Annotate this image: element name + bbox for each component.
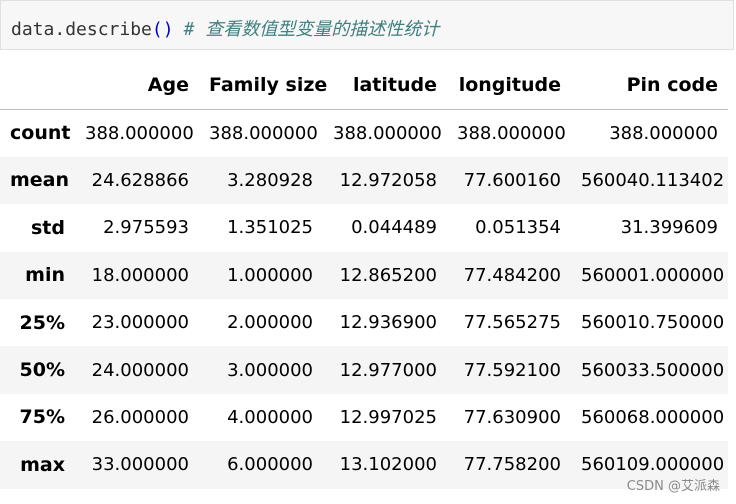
code-object: data: [11, 19, 55, 40]
table-row: count 388.000000 388.000000 388.000000 3…: [0, 109, 728, 157]
table-cell: 1.351025: [227, 217, 313, 239]
header-index-blank: [0, 62, 75, 110]
table-row: mean 24.628866 3.280928 12.972058 77.600…: [0, 156, 728, 205]
code-comment: # 查看数值型变量的描述性统计: [183, 19, 440, 40]
table-cell: 77.592100: [463, 359, 561, 381]
table-cell: 3.000000: [227, 359, 313, 381]
table-cell: 77.484200: [463, 264, 561, 286]
table-cell: 77.758200: [463, 454, 561, 476]
code-line: data.describe() # 查看数值型变量的描述性统计: [11, 15, 439, 41]
column-header: Pin code: [571, 62, 728, 110]
table-cell: 4.000000: [227, 406, 313, 428]
table-cell: 12.865200: [339, 264, 437, 286]
table-cell: 77.630900: [463, 406, 561, 428]
table-cell: 0.044489: [351, 217, 437, 239]
table-cell: 0.051354: [475, 217, 561, 239]
table-cell: 388.000000: [333, 122, 442, 144]
table-cell: 12.977000: [339, 359, 437, 381]
row-index-label: mean: [10, 169, 70, 192]
row-index-label: count: [10, 122, 71, 145]
table-cell: 560068.000000: [581, 406, 725, 428]
column-header: Family size: [199, 62, 327, 110]
row-index-label: min: [25, 264, 65, 287]
code-parens: (): [151, 19, 174, 40]
table-cell: 12.997025: [339, 406, 437, 428]
table-cell: 24.000000: [91, 359, 189, 381]
table-cell: 560010.750000: [581, 312, 725, 334]
table-header-row: Age Family size latitude longitude Pin c…: [0, 62, 728, 110]
column-header: Age: [75, 62, 199, 110]
code-dot: .: [54, 19, 66, 40]
code-method: describe: [65, 19, 152, 40]
row-index-label: 25%: [19, 311, 65, 334]
table-row: max 33.000000 6.000000 13.102000 77.7582…: [0, 441, 728, 489]
table-row: std 2.975593 1.351025 0.044489 0.051354 …: [0, 204, 728, 252]
column-header: longitude: [447, 62, 571, 110]
describe-output-table: Age Family size latitude longitude Pin c…: [0, 62, 728, 489]
table-cell: 388.000000: [209, 122, 318, 144]
table-cell: 560033.500000: [581, 359, 725, 381]
table-cell: 12.972058: [339, 169, 437, 191]
table-cell: 24.628866: [91, 169, 189, 191]
table-cell: 388.000000: [85, 122, 194, 144]
table-row: 75% 26.000000 4.000000 12.997025 77.6309…: [0, 393, 728, 442]
table-cell: 6.000000: [227, 454, 313, 476]
table-row: min 18.000000 1.000000 12.865200 77.4842…: [0, 251, 728, 299]
table-cell: 2.975593: [103, 217, 189, 239]
table-cell: 23.000000: [91, 312, 189, 334]
table-cell: 12.936900: [339, 312, 437, 334]
table-cell: 560040.113402: [581, 169, 725, 191]
table-cell: 388.000000: [609, 122, 718, 144]
code-cell[interactable]: data.describe() # 查看数值型变量的描述性统计: [0, 0, 734, 50]
row-index-label: max: [20, 453, 65, 476]
row-index-label: 75%: [19, 406, 65, 429]
row-index-label: std: [31, 216, 65, 239]
csdn-watermark: CSDN @艾派森: [626, 479, 720, 494]
table-row: 25% 23.000000 2.000000 12.936900 77.5652…: [0, 298, 728, 347]
table-cell: 31.399609: [620, 217, 718, 239]
table-cell: 1.000000: [227, 264, 313, 286]
table-cell: 26.000000: [91, 406, 189, 428]
table-cell: 388.000000: [457, 122, 566, 144]
table-cell: 77.565275: [463, 312, 561, 334]
table-cell: 33.000000: [91, 454, 189, 476]
column-header: latitude: [323, 62, 447, 110]
table-cell: 77.600160: [463, 169, 561, 191]
table-cell: 560001.000000: [581, 264, 725, 286]
table-cell: 18.000000: [91, 264, 189, 286]
table-cell: 3.280928: [227, 169, 313, 191]
table-cell: 13.102000: [339, 454, 437, 476]
table-row: 50% 24.000000 3.000000 12.977000 77.5921…: [0, 346, 728, 394]
table-cell: 2.000000: [227, 312, 313, 334]
row-index-label: 50%: [19, 359, 65, 382]
